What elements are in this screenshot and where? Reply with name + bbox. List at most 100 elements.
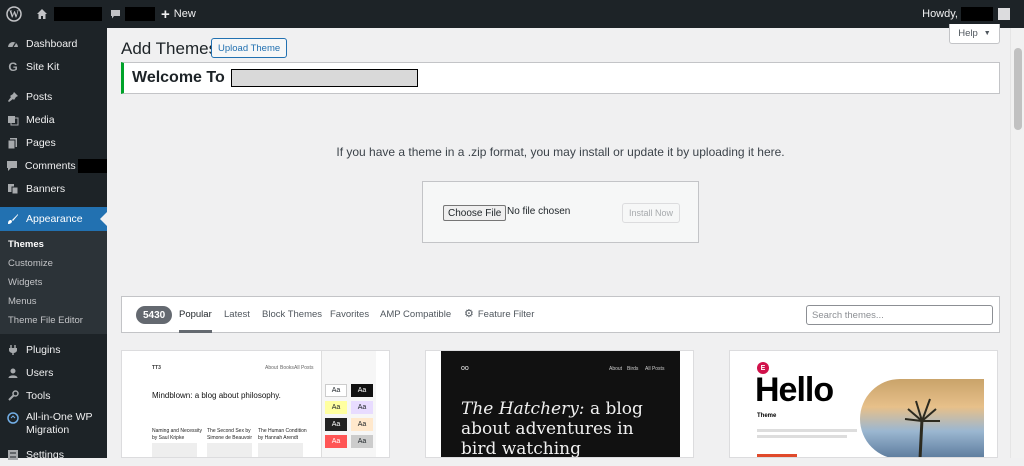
theme-nav-item: Books [280,365,294,371]
user-icon [6,366,20,380]
submenu-theme-file-editor[interactable]: Theme File Editor [0,311,107,330]
submenu-customize[interactable]: Customize [0,254,107,273]
sidebar-item-label: Media [26,113,55,126]
theme-subtitle: Theme [757,413,777,419]
book-title: The Human Condition [258,428,307,434]
theme-card-hello-elementor[interactable]: E Hello Theme [729,350,998,458]
book-author: by Hannah Arendt [258,435,299,441]
welcome-title: Welcome To [132,69,225,86]
theme-nav-item: All Posts [294,365,314,371]
sidebar-item-dashboard[interactable]: Dashboard [0,32,107,55]
migration-icon [6,411,20,425]
style-variations-panel: Aa Aa Aa Aa Aa Aa Aa Aa [321,351,376,457]
svg-text:W: W [9,10,19,21]
google-g-icon: G [8,59,18,74]
comment-count-redacted[interactable] [125,7,155,21]
book-title: Naming and Necessity [152,428,203,434]
sidebar-item-appearance[interactable]: Appearance [0,207,107,231]
pushpin-icon [6,90,20,104]
sidebar-item-label: Pages [26,136,56,149]
search-themes-input[interactable]: Search themes... [806,305,993,325]
comments-icon[interactable] [106,0,125,28]
theme-nav-item: About [265,365,279,371]
sidebar-item-label: Comments [24,159,76,172]
tab-amp-compatible[interactable]: AMP Compatible [380,309,451,320]
help-button[interactable]: Help ▼ [949,24,1000,44]
sidebar-item-all-in-one-wp-migration[interactable]: All-in-One WP Migration [0,407,107,443]
admin-bar: W + New Howdy, [0,0,1024,28]
main-content: Add Themes Upload Theme Help ▼ Welcome T… [107,24,1010,458]
style-swatch: Aa [325,435,347,448]
site-name-redacted [230,69,418,87]
pages-icon [6,136,20,150]
style-swatch: Aa [325,418,347,431]
choose-file-button[interactable]: Choose File [443,205,507,221]
sidebar-item-plugins[interactable]: Plugins [0,338,107,361]
infinity-logo-icon: oo [461,365,469,372]
sidebar-item-label: Banners [26,182,66,195]
sidebar-item-label: Settings [26,448,64,461]
plug-icon [6,343,20,357]
sidebar-item-label: Appearance [26,213,83,225]
wrench-icon [6,389,20,403]
submenu-themes[interactable]: Themes [0,235,107,254]
sidebar-item-media[interactable]: Media [0,108,107,131]
tab-popular[interactable]: Popular [179,309,212,333]
sidebar-item-users[interactable]: Users [0,361,107,384]
sidebar-item-comments[interactable]: Comments [0,154,107,177]
wordpress-logo-icon[interactable]: W [0,0,26,28]
sidebar-item-banners[interactable]: Banners [0,177,107,200]
feature-filter-button[interactable]: ⚙ Feature Filter [464,308,534,321]
sidebar-item-label: Dashboard [26,37,78,50]
sidebar-item-label: Users [26,366,54,379]
book-author: Simone de Beauvoir [207,435,253,441]
comments-count-redacted [77,158,107,173]
theme-count-badge: 5430 [136,306,173,324]
username-redacted [961,7,993,21]
submenu-menus[interactable]: Menus [0,292,107,311]
theme-card-the-hatchery[interactable]: oo About Birds All Posts The Hatchery: a… [425,350,694,458]
howdy-label: Howdy, [922,8,958,20]
style-swatch: Aa [351,384,373,397]
tab-favorites[interactable]: Favorites [330,309,369,320]
settings-icon [6,448,20,462]
theme-headline: Hello [755,371,834,409]
new-label: New [173,8,196,20]
sidebar-item-tools[interactable]: Tools [0,384,107,407]
style-swatch: Aa [325,401,347,414]
page-scrollbar[interactable] [1010,28,1024,458]
site-home-icon[interactable] [32,0,52,28]
media-icon [6,113,20,127]
sidebar-item-label: All-in-One WP Migration [26,411,93,436]
upload-description: If you have a theme in a .zip format, yo… [336,145,785,159]
sidebar-item-pages[interactable]: Pages [0,131,107,154]
help-label: Help [958,28,978,39]
site-name-redacted[interactable] [54,7,102,21]
tab-block-themes[interactable]: Block Themes [262,309,322,320]
install-now-button[interactable]: Install Now [622,203,681,223]
upload-theme-button[interactable]: Upload Theme [211,38,288,58]
style-swatch: Aa [351,401,373,414]
page-title: Add Themes [121,39,218,58]
style-swatch: Aa [351,435,373,448]
comment-bubble-icon [6,159,19,173]
sidebar-item-settings[interactable]: Settings [0,443,107,466]
new-content-menu[interactable]: + New [157,0,200,28]
theme-headline: The Hatchery: a blog about adventures in… [461,399,661,457]
tab-latest[interactable]: Latest [224,309,250,320]
gear-icon: ⚙ [464,308,474,320]
avatar [998,8,1010,20]
submenu-widgets[interactable]: Widgets [0,273,107,292]
sidebar-item-label: Posts [26,90,53,103]
style-swatch: Aa [325,384,347,397]
theme-card-twenty-twenty-three[interactable]: TT3 About Books All Posts Mindblown: a b… [121,350,390,458]
scrollbar-thumb[interactable] [1014,48,1022,130]
upload-form: Choose File No file chosen Install Now [422,181,699,243]
desert-plant-image [860,379,984,457]
banners-icon [6,182,20,196]
sidebar-item-site-kit[interactable]: G Site Kit [0,55,107,78]
sidebar-item-posts[interactable]: Posts [0,85,107,108]
book-author: by Saul Kripke [152,435,185,441]
sidebar-item-label: Tools [26,389,51,402]
sidebar-item-label: Site Kit [26,60,60,73]
